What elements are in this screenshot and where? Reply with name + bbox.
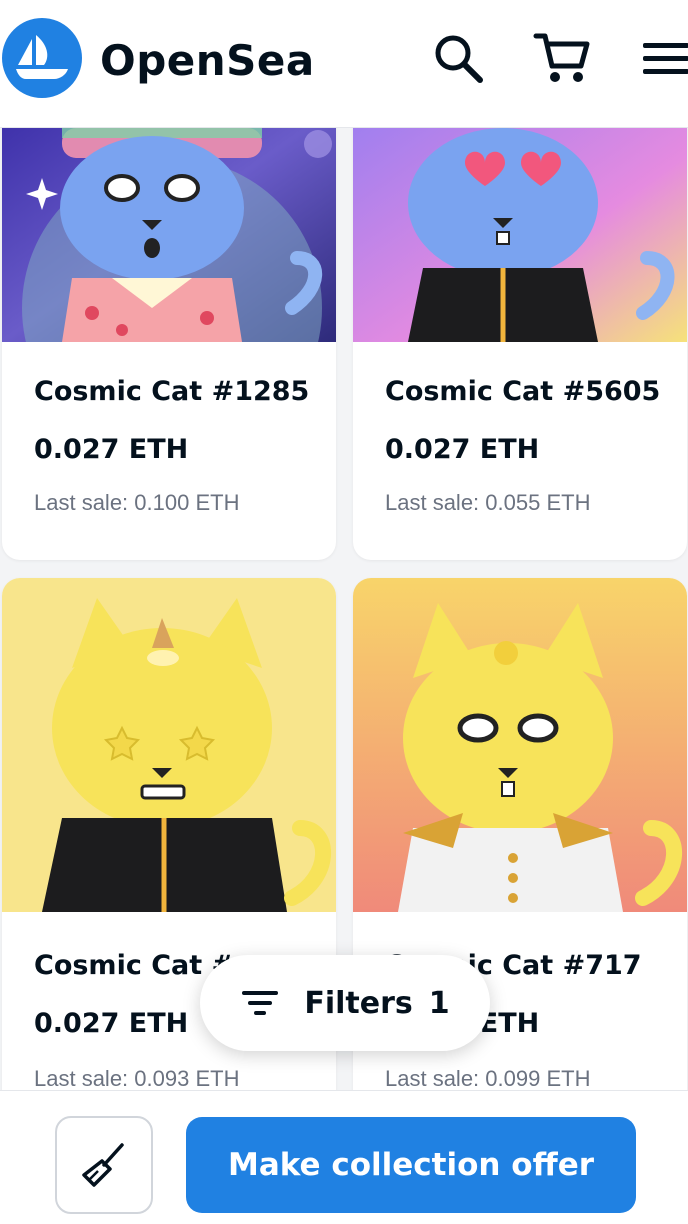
nft-title: Cosmic Cat #5605 — [385, 376, 661, 407]
nft-last-sale: Last sale: 0.093 ETH — [34, 1066, 239, 1090]
filters-label: Filters — [304, 985, 413, 1021]
sweep-button[interactable] — [55, 1116, 153, 1214]
nft-image — [2, 128, 336, 342]
offer-button-label: Make collection offer — [227, 1147, 595, 1183]
last-sale-label: Last sale: — [385, 490, 480, 515]
last-sale-value: 0.100 ETH — [134, 490, 240, 515]
brand-name[interactable]: OpenSea — [100, 36, 315, 85]
last-sale-value: 0.093 ETH — [134, 1066, 240, 1090]
nft-last-sale: Last sale: 0.055 ETH — [385, 490, 590, 516]
top-header: OpenSea — [0, 0, 688, 128]
cart-icon[interactable] — [532, 28, 592, 88]
make-collection-offer-button[interactable]: Make collection offer — [186, 1117, 636, 1213]
last-sale-value: 0.055 ETH — [485, 490, 591, 515]
filter-lines-icon — [242, 991, 279, 1015]
opensea-logo[interactable] — [2, 18, 82, 98]
nft-image — [353, 578, 687, 912]
last-sale-label: Last sale: — [34, 490, 129, 515]
nft-price: 0.027 ETH — [34, 434, 189, 465]
last-sale-value: 0.099 ETH — [485, 1066, 591, 1090]
nft-price: 0.027 ETH — [34, 1008, 189, 1039]
nft-card[interactable]: Cosmic Cat #1285 0.027 ETH Last sale: 0.… — [2, 128, 336, 560]
nft-grid: Cosmic Cat #1285 0.027 ETH Last sale: 0.… — [0, 128, 688, 1090]
search-icon[interactable] — [428, 28, 488, 88]
last-sale-label: Last sale: — [34, 1066, 129, 1090]
nft-title: Cosmic Cat # — [34, 950, 235, 981]
last-sale-label: Last sale: — [385, 1066, 480, 1090]
nft-image — [2, 578, 336, 912]
nft-card[interactable]: Cosmic Cat #5605 0.027 ETH Last sale: 0.… — [353, 128, 687, 560]
broom-icon — [82, 1143, 124, 1187]
filters-count-badge: 1 — [428, 985, 450, 1021]
opensea-ship-icon — [16, 35, 68, 79]
filters-button[interactable]: Filters 1 — [200, 955, 490, 1051]
hamburger-menu-icon[interactable] — [636, 28, 688, 88]
nft-price: 0.027 ETH — [385, 434, 540, 465]
nft-image — [353, 128, 687, 342]
nft-last-sale: Last sale: 0.099 ETH — [385, 1066, 590, 1090]
nft-last-sale: Last sale: 0.100 ETH — [34, 490, 239, 516]
bottom-action-bar: Make collection offer — [0, 1090, 688, 1224]
nft-title: Cosmic Cat #1285 — [34, 376, 310, 407]
